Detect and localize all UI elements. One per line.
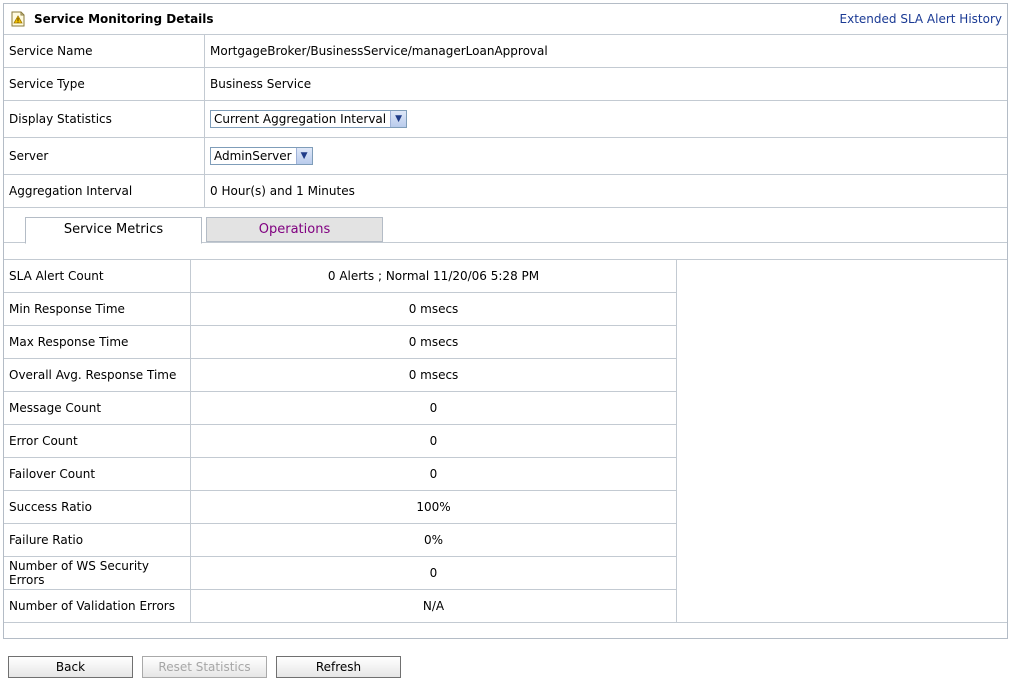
display-statistics-select[interactable]: Current Aggregation Interval ▼: [210, 110, 408, 128]
metric-label: Message Count: [4, 391, 191, 425]
chevron-down-icon[interactable]: ▼: [390, 111, 407, 127]
service-details-table: Service Name MortgageBroker/BusinessServ…: [4, 35, 1007, 208]
table-row: Error Count 0: [4, 424, 677, 458]
server-selected: AdminServer: [214, 149, 292, 163]
metric-value: 0: [190, 556, 677, 590]
metric-value: 0%: [190, 523, 677, 557]
reset-statistics-button: Reset Statistics: [142, 656, 267, 678]
metric-label: Overall Avg. Response Time: [4, 358, 191, 392]
back-button[interactable]: Back: [8, 656, 133, 678]
tab-service-metrics[interactable]: Service Metrics: [25, 217, 202, 244]
display-statistics-row: Display Statistics Current Aggregation I…: [4, 100, 1007, 138]
metric-value: 0: [190, 391, 677, 425]
panel-header: Service Monitoring Details Extended SLA …: [4, 4, 1007, 35]
service-name-value: MortgageBroker/BusinessService/managerLo…: [204, 35, 1007, 68]
extended-sla-alert-history-link[interactable]: Extended SLA Alert History: [840, 12, 1002, 26]
table-row: Max Response Time 0 msecs: [4, 325, 677, 359]
service-type-value: Business Service: [204, 67, 1007, 101]
metric-label: Success Ratio: [4, 490, 191, 524]
display-statistics-selected: Current Aggregation Interval: [214, 112, 387, 126]
metric-label: Failover Count: [4, 457, 191, 491]
page-title: Service Monitoring Details: [34, 12, 214, 26]
metric-label: Number of WS Security Errors: [4, 556, 191, 590]
table-row: Number of WS Security Errors 0: [4, 556, 677, 590]
metric-value: 0 msecs: [190, 292, 677, 326]
metric-label: SLA Alert Count: [4, 260, 191, 293]
table-row: Min Response Time 0 msecs: [4, 292, 677, 326]
metric-value: 100%: [190, 490, 677, 524]
table-row: SLA Alert Count 0 Alerts ; Normal 11/20/…: [4, 260, 677, 293]
service-metrics-table: SLA Alert Count 0 Alerts ; Normal 11/20/…: [4, 260, 677, 623]
metrics-empty-area: [677, 260, 1007, 623]
metric-value: 0 Alerts ; Normal 11/20/06 5:28 PM: [190, 260, 677, 293]
service-type-label: Service Type: [4, 67, 205, 101]
tab-bar: Service Metrics Operations: [4, 207, 1007, 244]
table-row: Overall Avg. Response Time 0 msecs: [4, 358, 677, 392]
tab-content-spacer: [4, 243, 1007, 260]
metric-label: Failure Ratio: [4, 523, 191, 557]
tab-operations[interactable]: Operations: [206, 217, 383, 242]
service-type-row: Service Type Business Service: [4, 67, 1007, 101]
metric-label: Max Response Time: [4, 325, 191, 359]
aggregation-interval-row: Aggregation Interval 0 Hour(s) and 1 Min…: [4, 174, 1007, 208]
metric-value: 0 msecs: [190, 358, 677, 392]
server-select[interactable]: AdminServer ▼: [210, 147, 313, 165]
metric-label: Error Count: [4, 424, 191, 458]
aggregation-interval-value: 0 Hour(s) and 1 Minutes: [204, 174, 1007, 208]
aggregation-interval-label: Aggregation Interval: [4, 174, 205, 208]
service-name-label: Service Name: [4, 35, 205, 68]
metric-label: Min Response Time: [4, 292, 191, 326]
table-row: Failover Count 0: [4, 457, 677, 491]
service-name-row: Service Name MortgageBroker/BusinessServ…: [4, 35, 1007, 68]
metric-value: 0: [190, 424, 677, 458]
metric-value: 0: [190, 457, 677, 491]
table-row: Number of Validation Errors N/A: [4, 589, 677, 623]
server-row: Server AdminServer ▼: [4, 137, 1007, 175]
display-statistics-label: Display Statistics: [4, 100, 205, 138]
table-row: Message Count 0: [4, 391, 677, 425]
metric-label: Number of Validation Errors: [4, 589, 191, 623]
document-alert-icon: [11, 11, 25, 27]
metric-value: N/A: [190, 589, 677, 623]
service-monitoring-panel: Service Monitoring Details Extended SLA …: [3, 3, 1008, 639]
refresh-button[interactable]: Refresh: [276, 656, 401, 678]
server-label: Server: [4, 137, 205, 175]
metric-value: 0 msecs: [190, 325, 677, 359]
table-row: Failure Ratio 0%: [4, 523, 677, 557]
table-row: Success Ratio 100%: [4, 490, 677, 524]
chevron-down-icon[interactable]: ▼: [295, 148, 312, 164]
